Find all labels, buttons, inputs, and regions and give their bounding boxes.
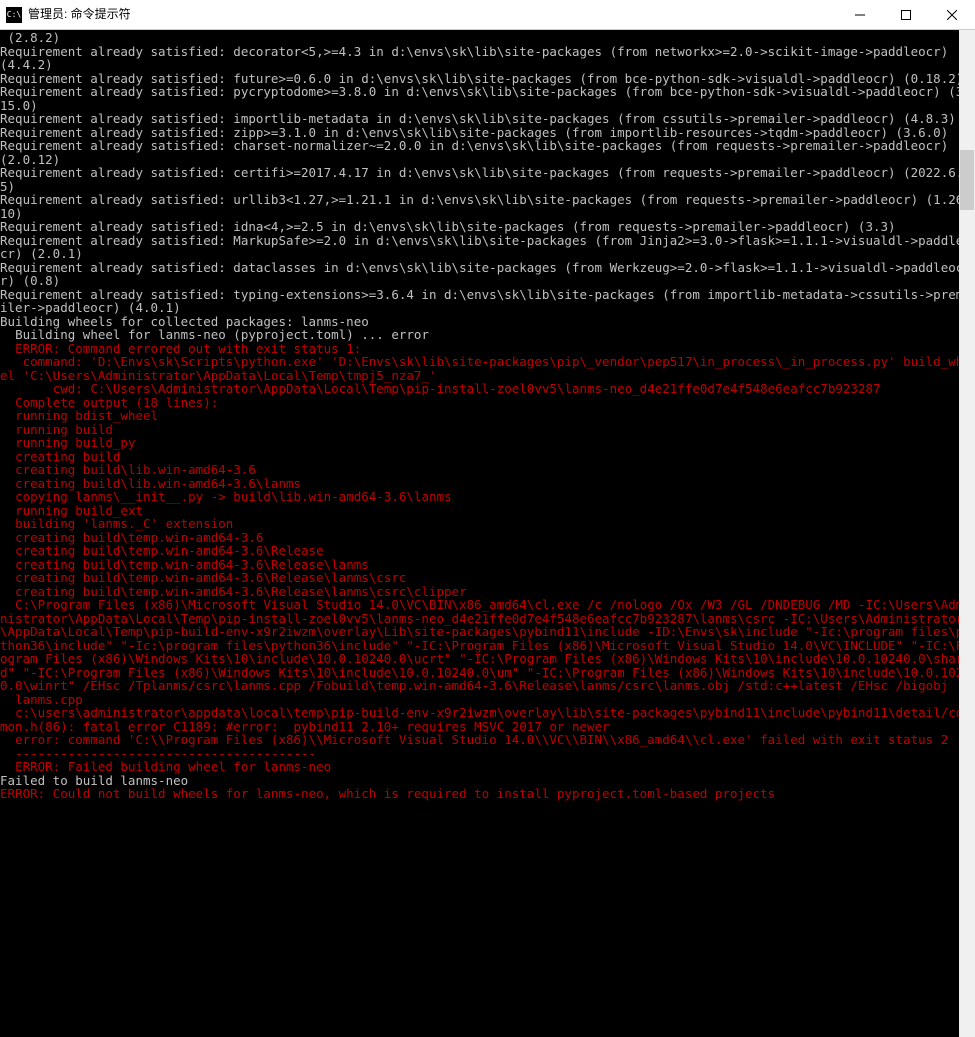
terminal-line: lanms.cpp <box>0 693 975 707</box>
terminal-line: error: command 'C:\\Program Files (x86)\… <box>0 733 975 747</box>
terminal-line: running build_py <box>0 436 975 450</box>
terminal-line: Requirement already satisfied: typing-ex… <box>0 288 975 315</box>
terminal-line: creating build\lib.win-amd64-3.6\lanms <box>0 477 975 491</box>
terminal-line: Failed to build lanms-neo <box>0 774 975 788</box>
terminal-line: Requirement already satisfied: importlib… <box>0 112 975 126</box>
terminal-line: creating build <box>0 450 975 464</box>
terminal-line: Building wheels for collected packages: … <box>0 315 975 329</box>
terminal-line: Requirement already satisfied: zipp>=3.1… <box>0 126 975 140</box>
maximize-icon <box>901 10 911 20</box>
terminal-line: Requirement already satisfied: MarkupSaf… <box>0 234 975 261</box>
terminal-line: running bdist_wheel <box>0 409 975 423</box>
terminal-line: ---------------------------------------- <box>0 747 975 761</box>
minimize-button[interactable] <box>837 0 883 29</box>
terminal-line: creating build\temp.win-amd64-3.6\Releas… <box>0 585 975 599</box>
window-title: 管理员: 命令提示符 <box>28 8 837 22</box>
terminal-line: C:\Program Files (x86)\Microsoft Visual … <box>0 598 975 693</box>
terminal-line: running build <box>0 423 975 437</box>
titlebar[interactable]: C:\ 管理员: 命令提示符 <box>0 0 975 30</box>
terminal-line: creating build\lib.win-amd64-3.6 <box>0 463 975 477</box>
terminal-line: Requirement already satisfied: dataclass… <box>0 261 975 288</box>
terminal-line: ERROR: Command errored out with exit sta… <box>0 342 975 356</box>
terminal-line: ERROR: Failed building wheel for lanms-n… <box>0 760 975 774</box>
terminal-line: creating build\temp.win-amd64-3.6\Releas… <box>0 558 975 572</box>
terminal-line: Requirement already satisfied: certifi>=… <box>0 166 975 193</box>
close-icon <box>947 10 957 20</box>
terminal-line: creating build\temp.win-amd64-3.6\Releas… <box>0 571 975 585</box>
terminal-line: creating build\temp.win-amd64-3.6 <box>0 531 975 545</box>
terminal-output[interactable]: (2.8.2)Requirement already satisfied: de… <box>0 30 975 1037</box>
cmd-icon: C:\ <box>6 7 22 23</box>
maximize-button[interactable] <box>883 0 929 29</box>
terminal-line: (2.8.2) <box>0 31 975 45</box>
terminal-line: ERROR: Could not build wheels for lanms-… <box>0 787 975 801</box>
terminal-line: Complete output (18 lines): <box>0 396 975 410</box>
terminal-line: Requirement already satisfied: urllib3<1… <box>0 193 975 220</box>
terminal-line: building 'lanms._C' extension <box>0 517 975 531</box>
terminal-line: Requirement already satisfied: pycryptod… <box>0 85 975 112</box>
close-button[interactable] <box>929 0 975 29</box>
scroll-thumb[interactable] <box>960 150 974 210</box>
terminal-line: Building wheel for lanms-neo (pyproject.… <box>0 328 975 342</box>
terminal-line: command: 'D:\Envs\sk\Scripts\python.exe'… <box>0 355 975 382</box>
minimize-icon <box>855 10 865 20</box>
terminal-line: cwd: C:\Users\Administrator\AppData\Loca… <box>0 382 975 396</box>
vertical-scrollbar[interactable] <box>959 30 975 1037</box>
terminal-line: Requirement already satisfied: decorator… <box>0 45 975 72</box>
terminal-line: copying lanms\__init__.py -> build\lib.w… <box>0 490 975 504</box>
terminal-line: Requirement already satisfied: idna<4,>=… <box>0 220 975 234</box>
terminal-line: Requirement already satisfied: charset-n… <box>0 139 975 166</box>
window-controls <box>837 0 975 29</box>
terminal-line: creating build\temp.win-amd64-3.6\Releas… <box>0 544 975 558</box>
terminal-line: Requirement already satisfied: future>=0… <box>0 72 975 86</box>
terminal-line: c:\users\administrator\appdata\local\tem… <box>0 706 975 733</box>
terminal-line: running build_ext <box>0 504 975 518</box>
